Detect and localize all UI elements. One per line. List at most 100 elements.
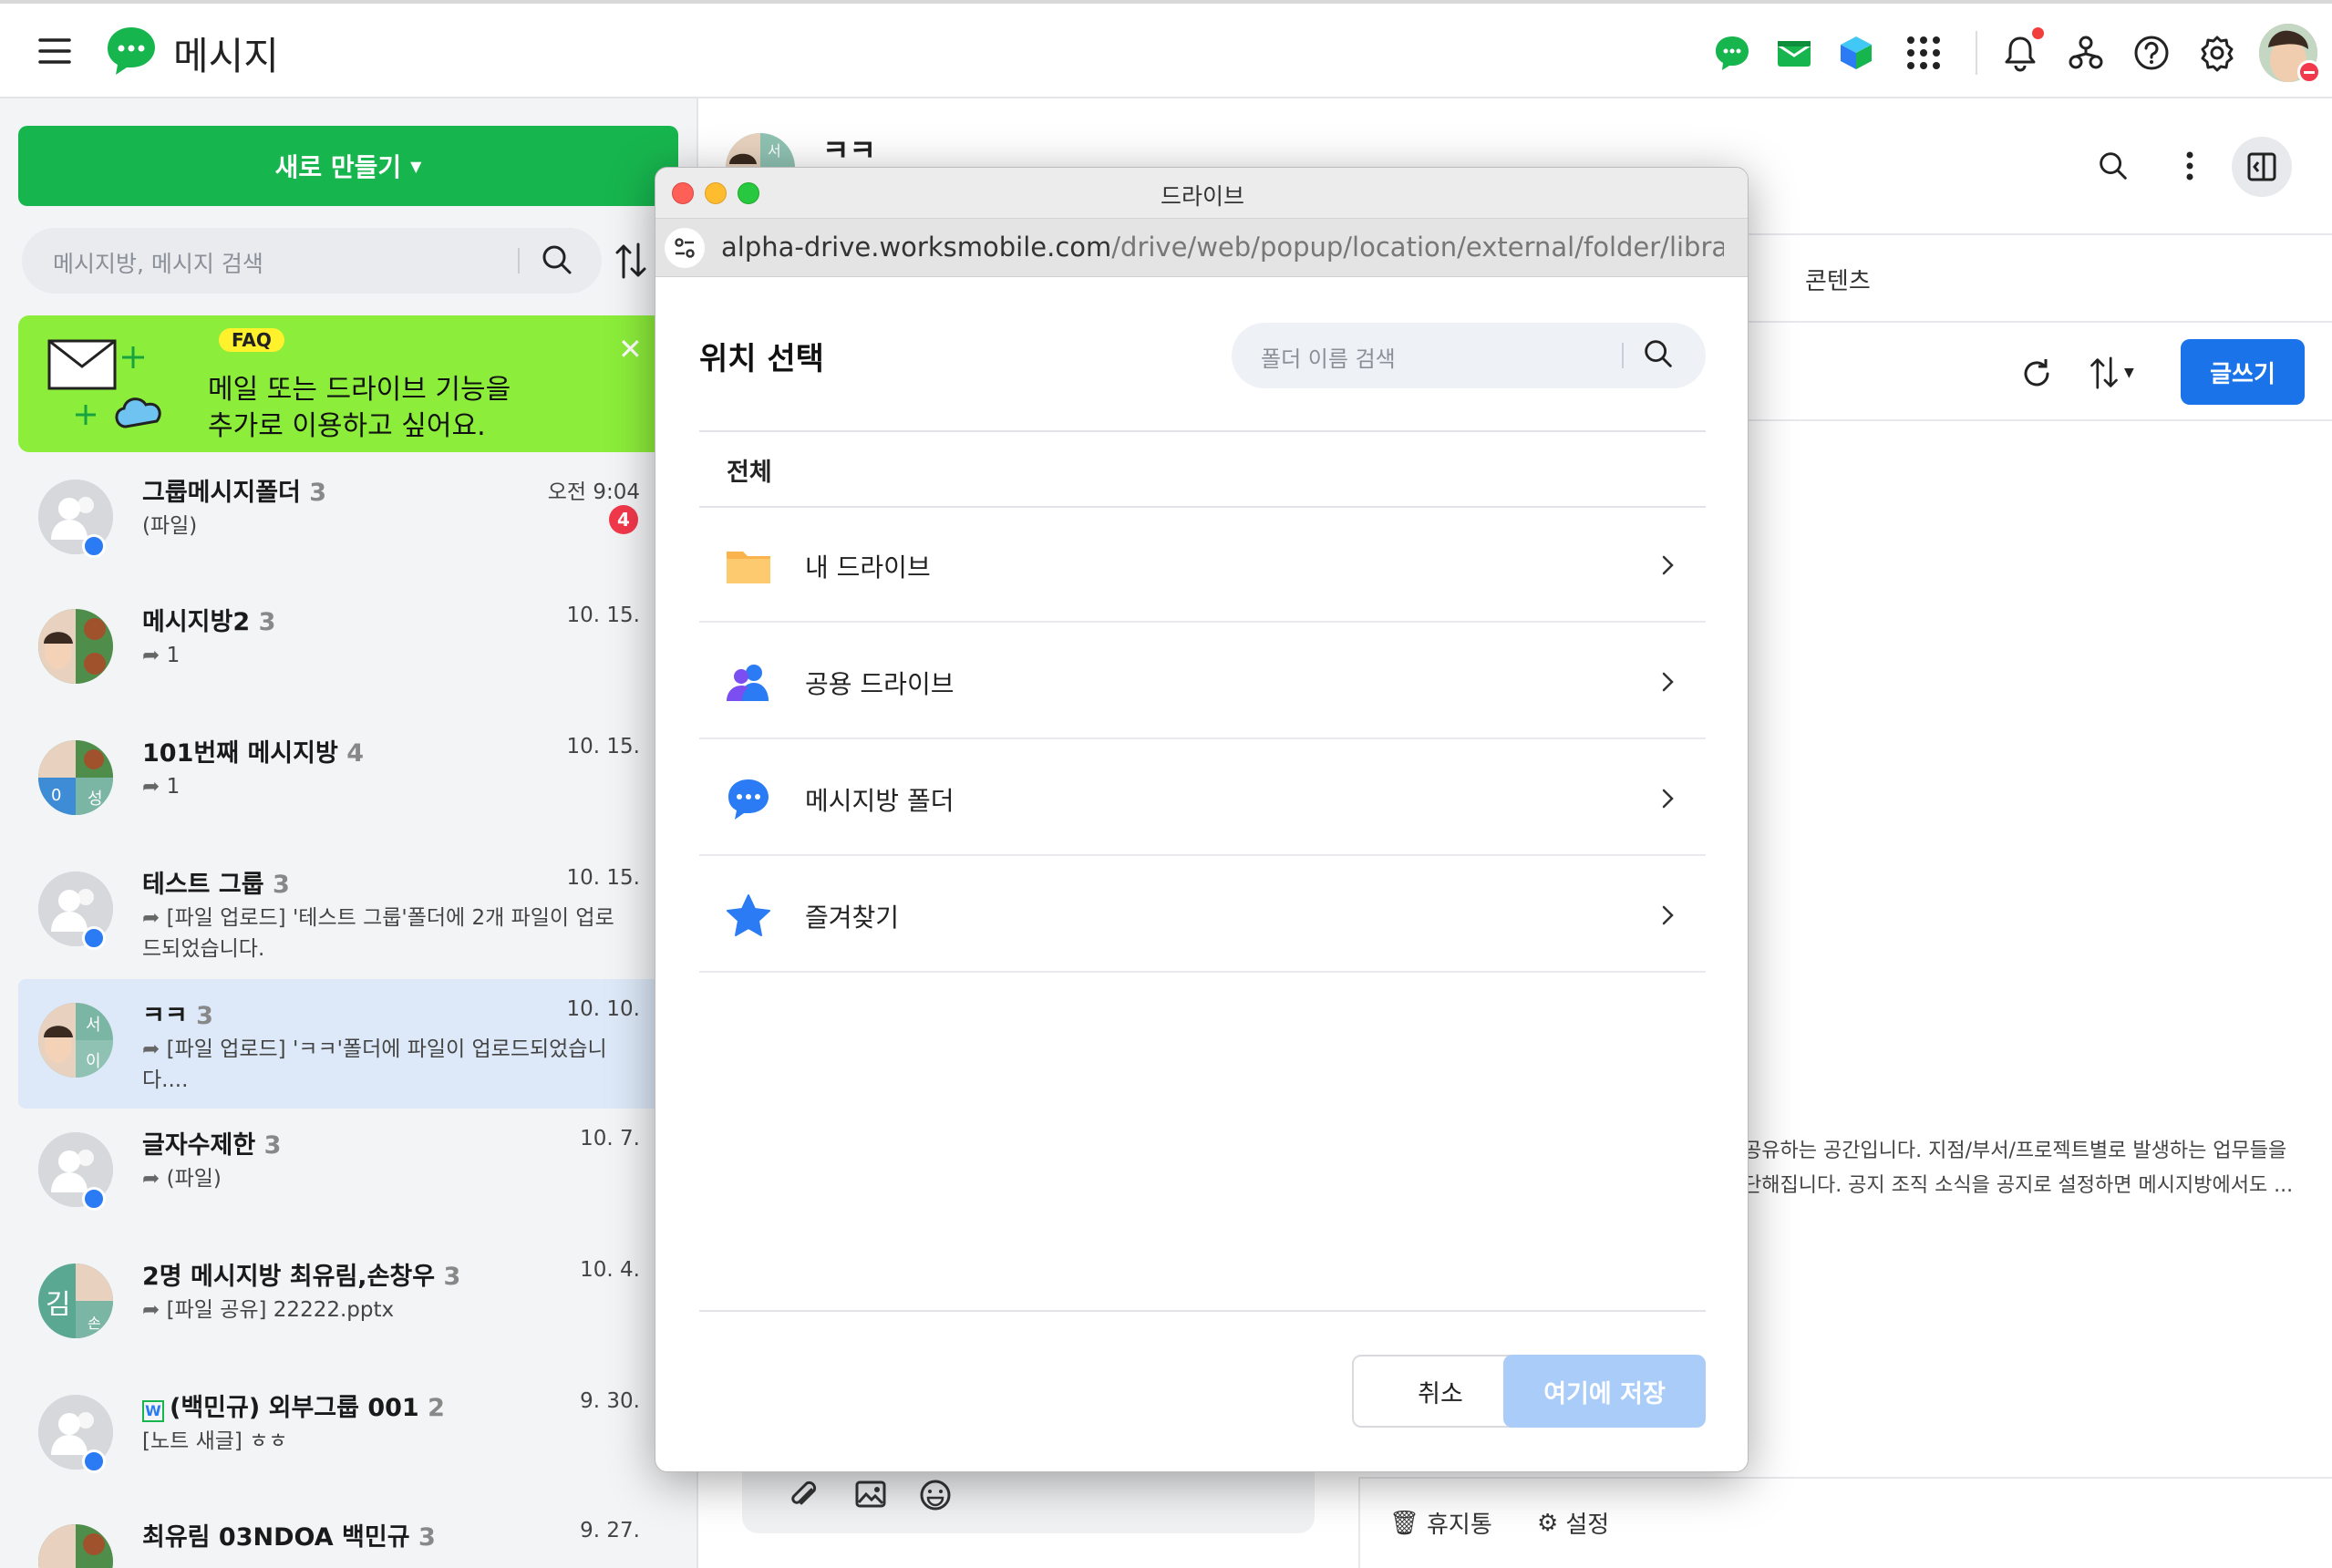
room-time: 10. 10. <box>566 997 640 1021</box>
room-avatar <box>38 609 113 684</box>
sort-dropdown-icon[interactable]: ▼ <box>2088 354 2134 392</box>
messenger-app-icon[interactable] <box>1708 29 1756 77</box>
site-settings-icon[interactable] <box>665 228 705 268</box>
tab-bar-divider <box>1749 321 2332 323</box>
star-icon <box>725 892 772 940</box>
mail-cloud-illustration-icon <box>46 335 201 436</box>
chevron-right-icon <box>1656 553 1678 577</box>
room-time: 10. 15. <box>566 735 640 758</box>
drive-location-dialog: 드라이브 alpha-drive.worksmobile.com/drive/w… <box>655 167 1749 1472</box>
settings-label: 설정 <box>1565 1511 1610 1539</box>
forward-icon: ➦ <box>142 775 160 799</box>
attach-file-icon[interactable] <box>786 1477 822 1513</box>
toolbar-divider <box>1749 419 2332 421</box>
list-item[interactable]: 글자수제한 3 10. 7. ➦ (파일) <box>18 1109 656 1238</box>
room-avatar <box>38 1524 113 1568</box>
room-preview: ➦ 1 <box>142 644 181 667</box>
more-vertical-icon[interactable] <box>2172 148 2208 184</box>
divider <box>699 430 1706 432</box>
save-here-button[interactable]: 여기에 저장 <box>1503 1355 1706 1428</box>
forward-icon: ➦ <box>142 1167 160 1191</box>
group-badge-icon <box>82 1187 106 1211</box>
room-time: 10. 15. <box>566 866 640 890</box>
side-panel-divider <box>1358 1477 1360 1568</box>
search-divider <box>1622 343 1624 368</box>
list-item[interactable]: 김 손 2명 메시지방 최유림,손창우 3 10. 4. ➦ [파일 공유] 2… <box>18 1240 656 1369</box>
forward-icon: ➦ <box>142 906 160 930</box>
external-group-icon: W <box>142 1400 164 1422</box>
help-icon[interactable] <box>2128 29 2175 77</box>
drive-app-icon[interactable] <box>1832 29 1880 77</box>
settings-button[interactable]: ⚙ 설정 <box>1537 1506 1609 1540</box>
room-name: W (백민규) 외부그룹 001 2 <box>142 1387 445 1423</box>
chat-room-title: ㅋㅋ <box>822 133 876 168</box>
emoji-icon[interactable] <box>917 1477 954 1513</box>
avatar-label: 성 <box>88 789 103 809</box>
folder-row-shared-drive[interactable]: 공용 드라이브 <box>699 624 1706 739</box>
room-time: 10. 7. <box>580 1127 640 1150</box>
room-search-input[interactable]: 메시지방, 메시지 검색 <box>22 228 602 294</box>
trash-label: 휴지통 <box>1427 1511 1492 1539</box>
list-item[interactable]: 그룹메시지폴더 3 오전 9:04 (파일) 4 <box>18 456 656 585</box>
apps-grid-icon[interactable] <box>1900 29 1947 77</box>
room-preview: ➦ 1 <box>142 775 181 799</box>
folder-search-placeholder: 폴더 이름 검색 <box>1261 346 1396 372</box>
write-post-button[interactable]: 글쓰기 <box>2181 339 2305 405</box>
room-preview: ➦ [파일 업로드] 'ㅋㅋ'폴더에 파일이 업로드되었습니다.... <box>142 1037 607 1092</box>
hamburger-menu-icon[interactable] <box>36 33 73 69</box>
footer-divider <box>699 1310 1706 1312</box>
folder-row-my-drive[interactable]: 내 드라이브 <box>699 508 1706 623</box>
description-text-line2: 단해집니다. 공지 조직 소식을 공지로 설정하면 메시지방에서도 ... <box>1743 1174 2294 1197</box>
room-name: 101번째 메시지방 4 <box>142 739 365 768</box>
list-item[interactable]: 메시지방2 3 10. 15. ➦ 1 <box>18 585 656 715</box>
room-search-placeholder: 메시지방, 메시지 검색 <box>53 251 263 277</box>
tab-contents[interactable]: 콘텐츠 <box>1805 263 1871 296</box>
banner-text-line2: 추가로 이용하고 싶어요. <box>208 410 486 442</box>
new-create-button[interactable]: 새로 만들기 ▼ <box>18 126 678 206</box>
room-avatar: 0 성 <box>38 740 113 815</box>
trash-button[interactable]: 🗑 휴지통 <box>1389 1506 1492 1540</box>
room-preview: [노트 새글] ㅎㅎ <box>142 1429 288 1453</box>
folder-search-input[interactable]: 폴더 이름 검색 <box>1232 323 1706 388</box>
gear-icon: ⚙ <box>1537 1509 1559 1537</box>
list-item[interactable]: W (백민규) 외부그룹 001 2 9. 30. [노트 새글] ㅎㅎ <box>18 1371 656 1501</box>
folder-label: 공용 드라이브 <box>805 669 954 699</box>
list-item[interactable]: 테스트 그룹 3 10. 15. ➦ [파일 업로드] '테스트 그룹'폴더에 … <box>18 848 656 977</box>
organization-icon[interactable] <box>2062 29 2110 77</box>
all-breadcrumb[interactable]: 전체 <box>727 452 772 488</box>
list-item[interactable]: 최유림 03NDOA 백민규 3 9. 27. <box>18 1501 656 1568</box>
forward-icon: ➦ <box>142 644 160 667</box>
chat-header-divider <box>1749 233 2332 235</box>
search-icon[interactable] <box>2095 148 2131 184</box>
folder-row-favorites[interactable]: 즐겨찾기 <box>699 858 1706 973</box>
url-bar[interactable]: alpha-drive.worksmobile.com/drive/web/po… <box>655 219 1748 277</box>
forward-icon: ➦ <box>142 1037 160 1061</box>
room-preview: (파일) <box>142 514 198 538</box>
side-panel-toggle-icon[interactable] <box>2232 137 2292 197</box>
list-item-selected[interactable]: 서 이 ㅋㅋ 3 10. 10. ➦ [파일 업로드] 'ㅋㅋ'폴더에 파일이 … <box>18 979 656 1109</box>
image-edit-icon[interactable] <box>853 1477 890 1513</box>
search-icon[interactable] <box>538 241 576 279</box>
room-avatar: 김 손 <box>38 1264 113 1338</box>
bottom-divider <box>1360 1477 2332 1479</box>
close-icon[interactable]: ✕ <box>618 332 643 366</box>
shared-users-icon <box>725 659 772 707</box>
cancel-button[interactable]: 취소 <box>1352 1355 1529 1428</box>
search-icon[interactable] <box>1640 335 1677 372</box>
room-name: ㅋㅋ 3 <box>142 1002 213 1030</box>
settings-gear-icon[interactable] <box>2193 29 2241 77</box>
toolbar-divider <box>1976 31 1977 75</box>
faq-banner[interactable]: FAQ 메일 또는 드라이브 기능을 추가로 이용하고 싶어요. ✕ <box>18 315 656 452</box>
room-time: 9. 27. <box>580 1519 640 1542</box>
avatar-label: 0 <box>51 786 62 805</box>
room-name: 메시지방2 3 <box>142 608 276 636</box>
sort-icon[interactable] <box>613 241 649 281</box>
list-item[interactable]: 0 성 101번째 메시지방 4 10. 15. ➦ 1 <box>18 717 656 846</box>
top-bar: 메시지 <box>0 0 2332 98</box>
folder-label: 내 드라이브 <box>805 552 931 583</box>
chevron-right-icon <box>1656 903 1678 927</box>
refresh-icon[interactable] <box>2018 356 2055 392</box>
mail-app-icon[interactable] <box>1770 29 1818 77</box>
message-bubble-icon <box>725 776 772 823</box>
folder-row-message-room[interactable]: 메시지방 폴더 <box>699 741 1706 856</box>
